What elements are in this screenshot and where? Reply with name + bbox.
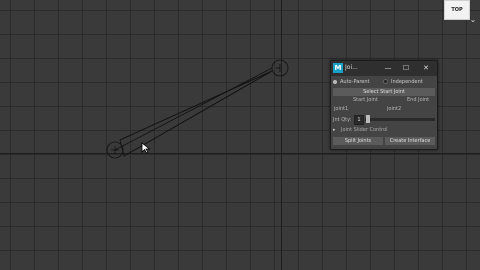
bone-edge-top — [119, 70, 273, 141]
radio-independent[interactable]: Independent — [383, 79, 423, 85]
expand-triangle-icon[interactable]: ▸ — [333, 126, 341, 134]
mouse-cursor-icon — [141, 142, 151, 154]
view-cube[interactable]: TOP — [444, 0, 470, 20]
start-joint-value: joint1 — [334, 106, 349, 112]
section-label: Joint Slider Control — [341, 127, 388, 133]
maya-app-icon: M — [333, 63, 343, 73]
joint-qty-slider-handle[interactable] — [366, 115, 371, 123]
select-start-joint-button[interactable]: Select Start Joint — [333, 88, 435, 96]
chevron-down-icon[interactable]: ⌄ — [468, 15, 478, 25]
radio-auto-parent[interactable]: Auto-Parent — [333, 79, 370, 85]
start-joint-label: Start Joint — [353, 97, 378, 103]
radio-unselected-icon[interactable] — [383, 79, 388, 84]
radio-independent-label: Independent — [391, 79, 423, 85]
radio-auto-parent-label: Auto-Parent — [340, 79, 370, 85]
end-joint-value: joint2 — [387, 106, 402, 112]
radio-selected-icon[interactable] — [333, 79, 337, 84]
joint-tool-window[interactable]: M Joi... — ☐ ✕ Auto-Parent Independent S… — [330, 60, 438, 150]
window-title: Joi... — [345, 64, 358, 71]
split-joints-button[interactable]: Split Joints — [333, 137, 383, 145]
end-joint-label: End Joint — [407, 97, 430, 103]
joint-qty-field[interactable]: 1 — [354, 115, 364, 125]
close-icon[interactable]: ✕ — [419, 62, 433, 74]
joint-qty-label: Jnt Qty: — [333, 117, 352, 123]
create-interface-button[interactable]: Create Interface — [385, 137, 435, 145]
minimize-icon[interactable]: — — [381, 62, 395, 74]
joint-slider-control-section[interactable]: ▸ Joint Slider Control — [333, 126, 435, 134]
maximize-icon[interactable]: ☐ — [399, 62, 413, 74]
window-titlebar[interactable]: M Joi... — ☐ ✕ — [331, 61, 437, 76]
joint-qty-slider[interactable] — [365, 118, 435, 121]
bone-center-line — [114, 67, 273, 151]
